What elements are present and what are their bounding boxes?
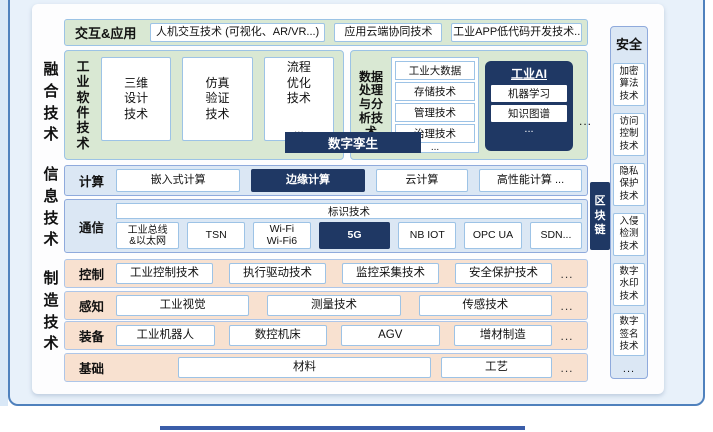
tech-box: OPC UA [464, 222, 522, 249]
tech-box: NB IOT [398, 222, 456, 249]
data-section-more-ellipsis: ... [579, 114, 592, 128]
tech-box: 5G [319, 222, 391, 249]
tech-box: 数字 签名 技术 [613, 313, 645, 356]
tech-box: 工业机器人 [116, 325, 215, 346]
tech-box: TSN [187, 222, 245, 249]
tech-box: 安全保护技术 [455, 263, 552, 284]
communication-row: 通信 标识技术 工业总线 &以太网 TSN Wi-Fi Wi-Fi6 5G NB… [64, 199, 588, 253]
interaction-row-boxes: 人机交互技术 (可视化、AR/VR...) 应用云端协同技术 工业APP低代码开… [150, 23, 582, 42]
tech-box: 传感技术 [419, 295, 552, 316]
communication-row-boxes: 工业总线 &以太网 TSN Wi-Fi Wi-Fi6 5G NB IOT OPC… [116, 222, 582, 249]
category-label-information-tech: 信 息 技 术 [40, 164, 62, 251]
compute-row: 计算 嵌入式计算 边缘计算 云计算 高性能计算 ... [64, 165, 588, 196]
tech-box: 机器学习 [491, 85, 567, 102]
category-label-fusion-tech: 融 合 技 术 [40, 59, 62, 146]
bottom-accent-bar [160, 426, 525, 430]
control-row-label: 控制 [70, 264, 116, 283]
tech-box: 知识图谱 [491, 105, 567, 122]
tech-box: Wi-Fi Wi-Fi6 [253, 222, 311, 249]
interaction-application-row: 交互&应用 人机交互技术 (可视化、AR/VR...) 应用云端协同技术 工业A… [64, 19, 588, 46]
tech-box: 隐私 保护 技术 [613, 163, 645, 206]
control-row: 控制 工业控制技术 执行驱动技术 监控采集技术 安全保护技术 ... [64, 259, 588, 288]
sensing-row-label: 感知 [70, 296, 116, 315]
equipment-row-label: 装备 [70, 326, 116, 345]
tech-box: 存储技术 [395, 82, 475, 101]
tech-box: 增材制造 [454, 325, 553, 346]
tech-box: 工业控制技术 [116, 263, 213, 284]
bigdata-title: 工业大数据 [395, 61, 475, 80]
tech-box: 应用云端协同技术 [334, 23, 442, 42]
tech-box: 仿真 验证 技术 [182, 57, 252, 141]
data-processing-label: 数据 处理 与分 析技 术 [357, 71, 385, 140]
tech-box: 工艺 [441, 357, 552, 378]
security-column: 安全 加密 算法 技术 访问 控制 技术 隐私 保护 技术 入侵 检测 技术 数… [610, 26, 648, 379]
category-label-manufacturing-tech: 制 造 技 术 [40, 268, 62, 355]
equipment-row: 装备 工业机器人 数控机床 AGV 增材制造 ... [64, 321, 588, 350]
tech-box: 材料 [178, 357, 431, 378]
foundation-row: 基础 材料 工艺 ... [64, 353, 588, 382]
ai-more-ellipsis: ... [491, 125, 567, 133]
industrial-software-label: 工 业 软 件 技 术 [74, 59, 92, 151]
security-more-ellipsis: ... [623, 363, 635, 375]
control-row-boxes: 工业控制技术 执行驱动技术 监控采集技术 安全保护技术 [116, 263, 552, 284]
tech-box: 入侵 检测 技术 [613, 213, 645, 256]
tech-box: 高性能计算 ... [479, 169, 582, 192]
equipment-row-boxes: 工业机器人 数控机床 AGV 增材制造 [116, 325, 552, 346]
tech-box: 管理技术 [395, 103, 475, 122]
identification-tech-banner: 标识技术 [116, 203, 582, 219]
tech-box: 流程 优化 技术 ... [264, 57, 334, 141]
sensing-row: 感知 工业视觉 测量技术 传感技术 ... [64, 291, 588, 320]
control-row-ellipsis: ... [552, 267, 582, 281]
tech-box: 工业总线 &以太网 [116, 222, 179, 249]
tech-box: 数字 水印 技术 [613, 263, 645, 306]
industrial-ai-title: 工业AI [491, 65, 567, 82]
tech-box: 工业视觉 [116, 295, 249, 316]
diagram-panel: 融 合 技 术 信 息 技 术 制 造 技 术 交互&应用 人机交互技术 (可视… [32, 4, 664, 394]
tech-box: 人机交互技术 (可视化、AR/VR...) [150, 23, 325, 42]
tech-box: 边缘计算 [251, 169, 365, 192]
foundation-row-boxes: 材料 工艺 [116, 357, 552, 378]
communication-row-label: 通信 [70, 203, 116, 249]
compute-row-label: 计算 [70, 171, 116, 190]
tech-box: 测量技术 [267, 295, 400, 316]
foundation-row-label: 基础 [70, 358, 116, 377]
tech-box: 访问 控制 技术 [613, 113, 645, 156]
communication-row-content: 标识技术 工业总线 &以太网 TSN Wi-Fi Wi-Fi6 5G NB IO… [116, 203, 582, 249]
foundation-row-ellipsis: ... [552, 361, 582, 375]
equipment-row-ellipsis: ... [552, 329, 582, 343]
slide-frame: 融 合 技 术 信 息 技 术 制 造 技 术 交互&应用 人机交互技术 (可视… [8, 0, 705, 406]
tech-box: 三维 设计 技术 [101, 57, 171, 141]
tech-box: 工业APP低代码开发技术.. [451, 23, 582, 42]
security-column-title: 安全 [616, 34, 642, 53]
tech-box: 嵌入式计算 [116, 169, 240, 192]
digital-twin-banner: 数字孪生 [285, 132, 421, 153]
tech-box: 云计算 [376, 169, 468, 192]
compute-row-boxes: 嵌入式计算 边缘计算 云计算 高性能计算 ... [116, 169, 582, 192]
industrial-ai-box: 工业AI 机器学习 知识图谱 ... [485, 61, 573, 151]
tech-box: 加密 算法 技术 [613, 63, 645, 106]
interaction-row-label: 交互&应用 [70, 23, 150, 42]
tech-box: 数控机床 [229, 325, 328, 346]
sensing-row-boxes: 工业视觉 测量技术 传感技术 [116, 295, 552, 316]
tech-box: AGV [341, 325, 440, 346]
tech-box: SDN... [530, 222, 582, 249]
blockchain-tab: 区 块 链 [590, 182, 610, 250]
tech-box: 执行驱动技术 [229, 263, 326, 284]
tech-box: 监控采集技术 [342, 263, 439, 284]
sensing-row-ellipsis: ... [552, 299, 582, 313]
page-left-edge-strip [0, 0, 8, 406]
